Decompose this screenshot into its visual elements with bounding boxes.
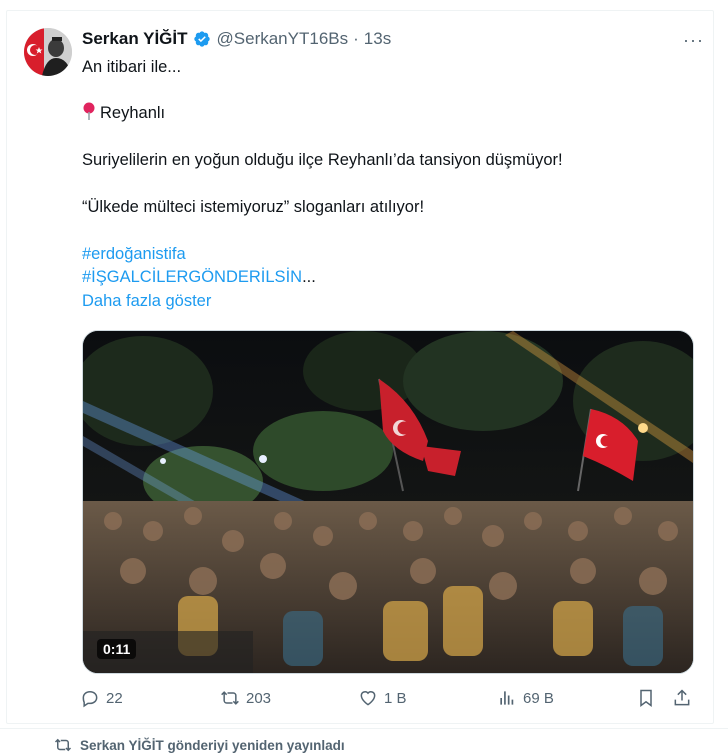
- more-options-button[interactable]: ···: [683, 30, 704, 51]
- repost-icon: [221, 691, 239, 705]
- repost-indicator: Serkan YİĞİT gönderiyi yeniden yayınladı: [54, 736, 345, 754]
- video-player[interactable]: 0:11: [82, 330, 694, 674]
- ellipsis: ...: [302, 268, 316, 286]
- video-duration-badge: 0:11: [97, 639, 137, 659]
- reply-icon: [82, 690, 98, 708]
- separator-dot: ·: [353, 29, 359, 48]
- repost-icon: [54, 738, 72, 752]
- author-name[interactable]: Serkan YİĞİT: [82, 29, 188, 49]
- reply-button[interactable]: 22: [80, 688, 123, 708]
- view-count: 69 B: [523, 689, 554, 707]
- views-button[interactable]: 69 B: [497, 688, 554, 708]
- author-handle[interactable]: @SerkanYT16Bs: [217, 29, 349, 49]
- like-count: 1 B: [384, 689, 407, 707]
- bookmark-icon: [640, 689, 652, 707]
- video-frame: [83, 331, 693, 673]
- tweet-header: Serkan YİĞİT @SerkanYT16Bs · 13s: [82, 28, 391, 50]
- hashtag-link[interactable]: #İŞGALCİLERGÖNDERİLSİN: [82, 268, 302, 286]
- action-bar: 22 203 1 B 69 B: [80, 688, 692, 712]
- verified-badge-icon: [193, 30, 211, 48]
- repost-button[interactable]: 203: [220, 688, 271, 708]
- location-line: Reyhanlı: [82, 102, 165, 126]
- location-text: Reyhanlı: [100, 104, 166, 122]
- hashtag-link[interactable]: #erdoğanistifa: [82, 243, 186, 265]
- repost-count: 203: [246, 689, 272, 707]
- text-line: “Ülkede mülteci istemiyoruz” sloganları …: [82, 198, 425, 216]
- timestamp[interactable]: 13s: [364, 29, 391, 49]
- pin-icon: [82, 102, 96, 126]
- share-button[interactable]: [672, 688, 698, 708]
- text-line: An itibari ile...: [82, 58, 182, 76]
- text-line: Suriyelilerin en yoğun olduğu ilçe Reyha…: [82, 151, 563, 169]
- show-more-link[interactable]: Daha fazla göster: [82, 290, 211, 312]
- bookmark-button[interactable]: [636, 688, 662, 708]
- hashtag-line: #İŞGALCİLERGÖNDERİLSİN...: [82, 266, 316, 288]
- share-icon: [674, 689, 690, 706]
- avatar[interactable]: [24, 28, 72, 76]
- reply-count: 22: [106, 689, 123, 707]
- heart-icon: [360, 691, 376, 706]
- repost-indicator-text[interactable]: Serkan YİĞİT gönderiyi yeniden yayınladı: [80, 738, 345, 753]
- like-button[interactable]: 1 B: [358, 688, 407, 708]
- avatar-image: [24, 28, 72, 76]
- analytics-icon: [500, 691, 514, 705]
